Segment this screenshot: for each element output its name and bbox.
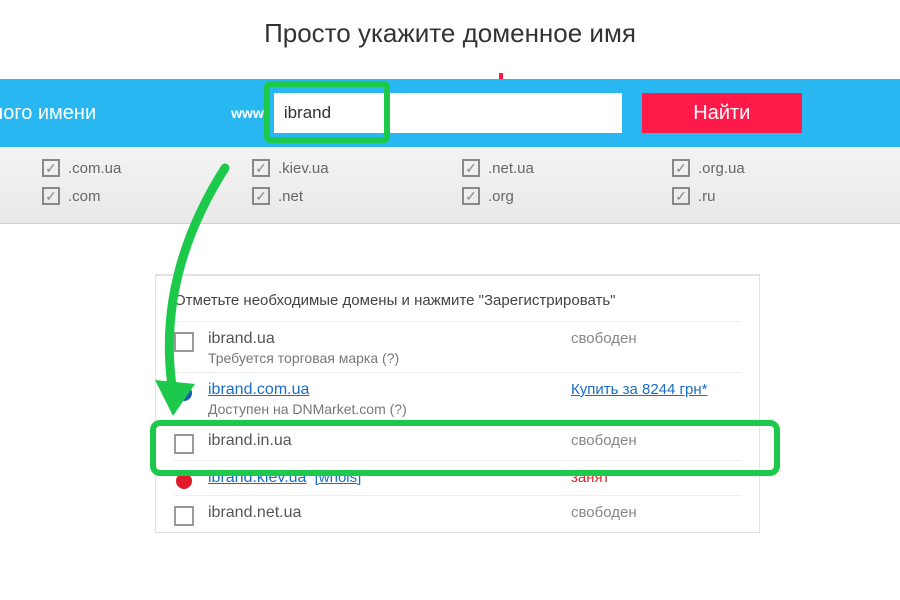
status-dot-blue	[176, 385, 192, 401]
whois-link[interactable]: [whois]	[315, 469, 362, 486]
tld-label: .ru	[698, 188, 716, 205]
result-row: ibrand.net.ua свободен	[174, 495, 741, 532]
checkbox-icon: ✓	[42, 187, 60, 205]
domain-link[interactable]: ibrand.com.ua	[208, 381, 309, 398]
result-row: ibrand.com.ua Доступен на DNMarket.com (…	[174, 372, 741, 423]
checkbox-icon: ✓	[672, 187, 690, 205]
tld-label: .org.ua	[698, 160, 745, 177]
status-busy: занят	[571, 469, 741, 486]
status-free: свободен	[571, 330, 741, 347]
tld-label: .kiev.ua	[278, 160, 329, 177]
checkbox-icon: ✓	[252, 187, 270, 205]
row-checkbox[interactable]	[174, 506, 194, 526]
checkbox-icon: ✓	[42, 159, 60, 177]
domain-name: ibrand.in.ua	[208, 432, 571, 450]
tld-option[interactable]: ✓ .org.ua	[672, 159, 842, 177]
www-prefix: www	[231, 105, 264, 121]
row-checkbox[interactable]	[174, 332, 194, 352]
tld-label: .com.ua	[68, 160, 121, 177]
results-panel: Отметьте необходимые домены и нажмите "З…	[155, 274, 760, 533]
domain-input-ext[interactable]	[386, 93, 622, 133]
tld-list: ✓ .com.ua ✓ .kiev.ua ✓ .net.ua ✓ .org.ua ✓ .c…	[0, 147, 900, 224]
domain-subtext: Требуется торговая марка (?)	[208, 350, 571, 366]
tld-option[interactable]: ✓ .org	[462, 187, 672, 205]
status-free: свободен	[571, 504, 741, 521]
checkbox-icon: ✓	[672, 159, 690, 177]
domain-input[interactable]	[274, 93, 384, 133]
tld-label: .net.ua	[488, 160, 534, 177]
domain-name: ibrand.net.ua	[208, 504, 571, 522]
checkbox-icon: ✓	[462, 159, 480, 177]
tld-option[interactable]: ✓ .com.ua	[42, 159, 252, 177]
buy-link[interactable]: Купить за 8244 грн*	[571, 381, 741, 398]
results-caption: Отметьте необходимые домены и нажмите "З…	[174, 292, 741, 309]
tld-option[interactable]: ✓ .com	[42, 187, 252, 205]
result-row: ibrand.kiev.ua [whois] занят	[174, 460, 741, 495]
search-label: енного имени	[0, 102, 116, 125]
search-input-wrap	[274, 93, 622, 133]
search-button[interactable]: Найти	[642, 93, 802, 133]
tld-label: .com	[68, 188, 101, 205]
tld-option[interactable]: ✓ .net.ua	[462, 159, 672, 177]
status-dot-red	[176, 473, 192, 489]
tld-label: .net	[278, 188, 303, 205]
checkbox-icon: ✓	[462, 187, 480, 205]
tld-label: .org	[488, 188, 514, 205]
domain-link[interactable]: ibrand.kiev.ua	[208, 469, 306, 486]
row-checkbox[interactable]	[174, 434, 194, 454]
instruction-text: Просто укажите доменное имя	[0, 18, 900, 49]
search-bar: енного имени www Найти	[0, 79, 900, 147]
tld-option[interactable]: ✓ .kiev.ua	[252, 159, 462, 177]
tld-option[interactable]: ✓ .net	[252, 187, 462, 205]
result-row: ibrand.in.ua свободен	[174, 423, 741, 460]
domain-subtext: Доступен на DNMarket.com (?)	[208, 401, 571, 417]
checkbox-icon: ✓	[252, 159, 270, 177]
tld-option[interactable]: ✓ .ru	[672, 187, 842, 205]
result-row: ibrand.ua Требуется торговая марка (?) с…	[174, 321, 741, 372]
domain-name: ibrand.ua	[208, 330, 571, 348]
status-free: свободен	[571, 432, 741, 449]
